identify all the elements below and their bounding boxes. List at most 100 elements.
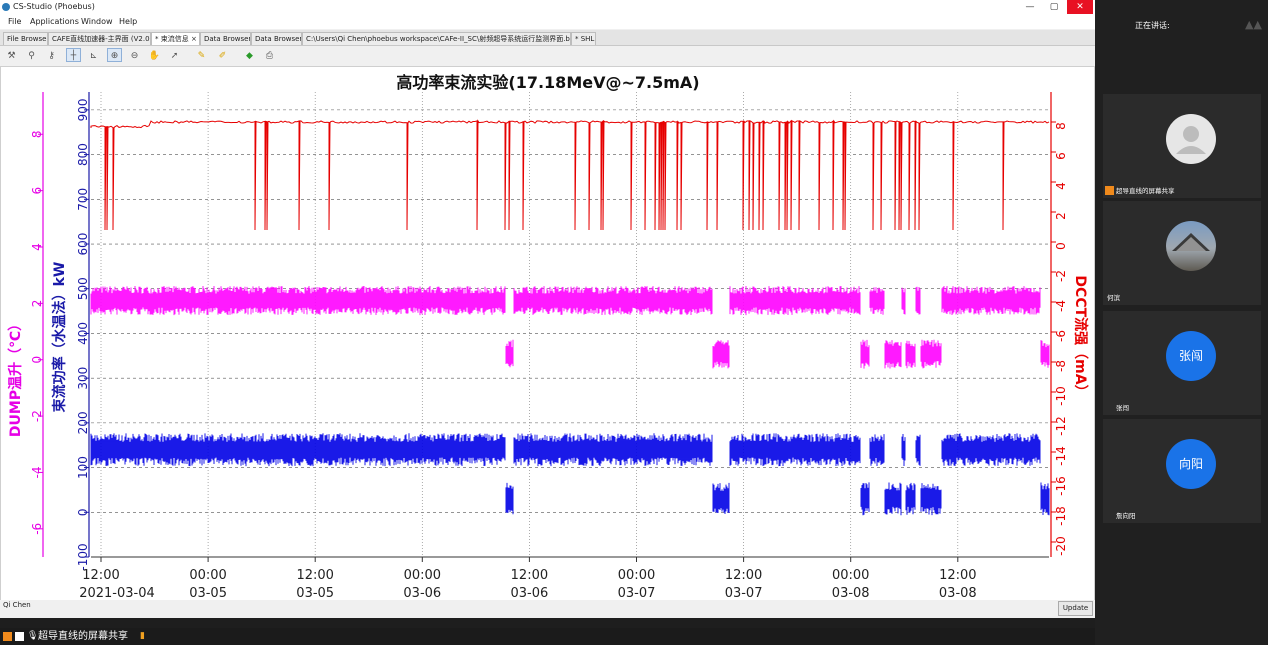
x-tick-date: 03-07 bbox=[725, 586, 763, 600]
x-tick-date: 2021-03-04 bbox=[79, 586, 155, 600]
x-tick-date: 03-05 bbox=[189, 586, 227, 600]
zoom-out-icon[interactable]: ⊖ bbox=[127, 48, 142, 62]
dump-axis-tick-label: -2 bbox=[30, 410, 44, 422]
dump-axis-tick-label: 8 bbox=[30, 130, 44, 138]
dcct-axis-tick-label: -16 bbox=[1054, 476, 1068, 496]
tool-c-icon[interactable]: ⚷ bbox=[44, 48, 59, 62]
pointer-icon[interactable]: ➚ bbox=[167, 48, 182, 62]
y-axis-label-dump: DUMP温升（℃） bbox=[7, 317, 24, 437]
x-tick-date: 03-06 bbox=[511, 586, 549, 600]
title-bar: CS-Studio (Phoebus) — ▢ ✕ bbox=[0, 0, 1095, 14]
zoom-in-icon[interactable]: ⊕ bbox=[107, 48, 122, 62]
y-axis-label-dcct: DCCT流强（mA） bbox=[1072, 275, 1089, 398]
tab-beam-info[interactable]: * 束流信息 × bbox=[151, 32, 200, 45]
menu-file[interactable]: File bbox=[8, 14, 21, 29]
dump-axis-tick-label: -6 bbox=[30, 523, 44, 535]
participant-tile[interactable]: 张闯 张闯 bbox=[1103, 311, 1261, 415]
avatar bbox=[1166, 221, 1216, 271]
pan-icon[interactable]: ✋ bbox=[147, 48, 162, 62]
screen-share-bar: 🎙 超导直线的屏幕共享 ▮ bbox=[0, 628, 1095, 645]
menu-help[interactable]: Help bbox=[119, 14, 137, 29]
plot-area[interactable]: -6 -4 -2 0 2 4 6 8 -100 0 100 200 300 400 500 600 700 800… bbox=[0, 66, 1095, 601]
bookmark-a-icon[interactable]: ✎ bbox=[194, 48, 209, 62]
dcct-axis-tick-label: -14 bbox=[1054, 446, 1068, 466]
dcct-axis-tick-label: 4 bbox=[1054, 182, 1068, 190]
power-axis-tick-label: 700 bbox=[76, 188, 90, 211]
dump-axis-tick-label: 0 bbox=[30, 356, 44, 364]
dcct-axis-tick-label: 0 bbox=[1054, 242, 1068, 250]
tab-data-browser-1[interactable]: Data Browser bbox=[200, 32, 251, 45]
dcct-axis-tick-label: -6 bbox=[1054, 330, 1068, 342]
tab-cafe-main[interactable]: CAFE直线加速器-主界面 (V2.0) bbox=[48, 32, 151, 45]
axis-icon[interactable]: ⊾ bbox=[86, 48, 101, 62]
series-dump-temp bbox=[90, 286, 1050, 369]
screen-icon bbox=[15, 632, 24, 641]
y-axis-label-power: 束流功率（水温法）kW bbox=[51, 262, 68, 413]
power-axis-tick-label: 400 bbox=[76, 322, 90, 345]
minimize-button[interactable]: — bbox=[1017, 0, 1043, 14]
series-layer bbox=[90, 119, 1050, 516]
dump-axis-tick-label: -4 bbox=[30, 466, 44, 478]
tool-b-icon[interactable]: ⚲ bbox=[24, 48, 39, 62]
x-tick-date: 03-07 bbox=[618, 586, 656, 600]
dcct-axis-tick-label: -10 bbox=[1054, 386, 1068, 406]
user-icon bbox=[3, 632, 12, 641]
series-dcct bbox=[90, 119, 1050, 231]
dump-axis-tick-label: 2 bbox=[30, 300, 44, 308]
power-axis-tick-label: 100 bbox=[76, 456, 90, 479]
close-button[interactable]: ✕ bbox=[1067, 0, 1093, 14]
power-axis-tick-label: 300 bbox=[76, 367, 90, 390]
tab-shl[interactable]: * SHL bbox=[571, 32, 596, 45]
print-icon[interactable]: ⎙ bbox=[262, 48, 277, 62]
status-bar: Qi Chen Update bbox=[0, 600, 1095, 618]
share-label: 超导直线的屏幕共享 bbox=[38, 631, 128, 642]
participant-tile[interactable]: 向阳 詹向阳 bbox=[1103, 419, 1261, 523]
maximize-button[interactable]: ▢ bbox=[1041, 0, 1067, 14]
tab-file-browser[interactable]: File Browser bbox=[3, 32, 48, 45]
beam-chart[interactable]: -6-4-202468-1000100200300400500600700800… bbox=[1, 67, 1094, 601]
host-icon bbox=[1105, 186, 1114, 195]
x-tick-time: 00:00 bbox=[618, 568, 655, 583]
dcct-axis-tick-label: 6 bbox=[1054, 152, 1068, 160]
menu-applications[interactable]: Applications bbox=[30, 14, 79, 29]
power-axis-tick-label: 200 bbox=[76, 411, 90, 434]
x-tick-time: 00:00 bbox=[832, 568, 869, 583]
toolbar: ⚒ ⚲ ⚷ ┼ ⊾ ⊕ ⊖ ✋ ➚ ✎ ✐ ◆ ⎙ bbox=[0, 46, 1095, 65]
participant-tile[interactable]: 超导直线的屏幕共享 bbox=[1103, 94, 1261, 198]
crosshair-icon[interactable]: ┼ bbox=[66, 48, 81, 62]
grid bbox=[91, 92, 1049, 558]
x-tick-date: 03-05 bbox=[296, 586, 334, 600]
menu-window[interactable]: Window bbox=[81, 14, 113, 29]
series-beam-power bbox=[90, 433, 1050, 516]
power-axis-tick-label: 500 bbox=[76, 277, 90, 300]
tab-bob-file[interactable]: C:\Users\Qi Chen\phoebus workspace\CAFe-… bbox=[302, 32, 571, 45]
avatar: 向阳 bbox=[1166, 439, 1216, 489]
menu-bar: File Applications Window Help bbox=[0, 14, 1095, 29]
participant-name: 詹向阳 bbox=[1116, 512, 1136, 520]
avatar bbox=[1166, 114, 1216, 164]
dump-axis-tick-label: 4 bbox=[30, 243, 44, 251]
participant-tile[interactable]: 何滨 bbox=[1103, 201, 1261, 305]
dcct-axis-tick-label: -18 bbox=[1054, 506, 1068, 526]
bookmark-b-icon[interactable]: ✐ bbox=[215, 48, 230, 62]
power-axis-tick-label: 0 bbox=[76, 508, 90, 516]
undo-icon[interactable]: ◆ bbox=[242, 48, 257, 62]
logo-icon: ▲▲ bbox=[1245, 18, 1262, 31]
dcct-axis-tick-label: 2 bbox=[1054, 212, 1068, 220]
dcct-axis-tick-label: 8 bbox=[1054, 122, 1068, 130]
avatar: 张闯 bbox=[1166, 331, 1216, 381]
x-tick-time: 00:00 bbox=[189, 568, 226, 583]
power-axis-tick-label: -100 bbox=[76, 543, 90, 570]
dcct-axis-tick-label: -8 bbox=[1054, 360, 1068, 372]
power-axis-tick-label: 600 bbox=[76, 233, 90, 256]
dcct-axis-tick-label: -2 bbox=[1054, 270, 1068, 282]
power-axis-tick-label: 800 bbox=[76, 143, 90, 166]
cs-studio-window: CS-Studio (Phoebus) — ▢ ✕ File Applicati… bbox=[0, 0, 1095, 618]
dcct-axis-tick-label: -12 bbox=[1054, 416, 1068, 436]
tool-a-icon[interactable]: ⚒ bbox=[4, 48, 19, 62]
signal-icon: ▮ bbox=[140, 631, 145, 641]
x-tick-time: 12:00 bbox=[725, 568, 762, 583]
update-button[interactable]: Update bbox=[1058, 601, 1093, 616]
tab-data-browser-2[interactable]: Data Browser bbox=[251, 32, 302, 45]
x-tick-time: 12:00 bbox=[296, 568, 333, 583]
